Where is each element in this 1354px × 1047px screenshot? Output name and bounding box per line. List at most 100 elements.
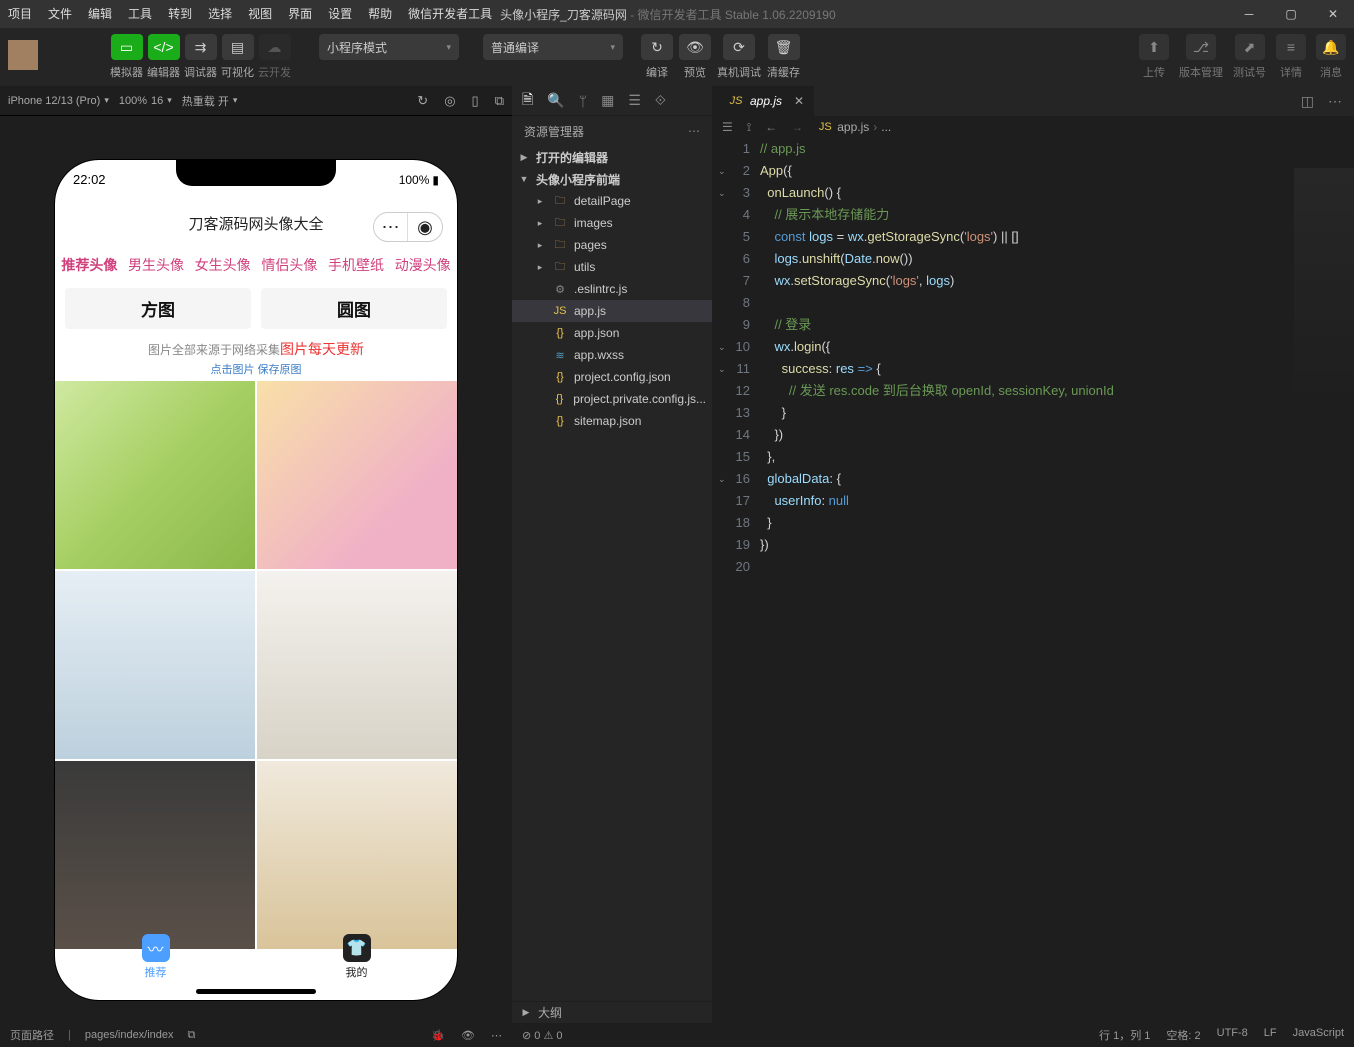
editor-tab-appjs[interactable]: JS app.js ✕ — [718, 86, 814, 116]
problems[interactable]: ⊘ 0 ⚠ 0 — [522, 1029, 562, 1042]
avatar-cell[interactable] — [257, 381, 457, 569]
category-tab[interactable]: 情侣头像 — [257, 252, 322, 278]
tree-item[interactable]: ▸🗀images — [512, 212, 712, 234]
tree-item[interactable]: ▸🗀pages — [512, 234, 712, 256]
eye-icon[interactable]: 👁 — [461, 1029, 475, 1042]
page-path[interactable]: pages/index/index — [85, 1029, 174, 1041]
menu-文件[interactable]: 文件 — [40, 0, 80, 28]
category-tab[interactable]: 推荐头像 — [57, 252, 122, 278]
tree-item[interactable]: {}project.private.config.js... — [512, 388, 712, 410]
mode-select[interactable]: 小程序模式▾ — [319, 34, 459, 60]
tree-item[interactable]: {}project.config.json — [512, 366, 712, 388]
cloud-dev[interactable]: ☁ — [259, 34, 291, 60]
split-icon[interactable]: ◫ — [1301, 93, 1314, 110]
section-outline[interactable]: ▶大纲 — [512, 1001, 712, 1023]
menu-视图[interactable]: 视图 — [240, 0, 280, 28]
window-minimize[interactable]: ─ — [1228, 0, 1270, 28]
nav-recommend[interactable]: 〰推荐 — [142, 934, 170, 980]
tree-item[interactable]: ⚙.eslintrc.js — [512, 278, 712, 300]
avatar-cell[interactable] — [55, 571, 255, 759]
tree-item[interactable]: {}sitemap.json — [512, 410, 712, 432]
rtool-测试号[interactable]: ⬈ — [1235, 34, 1265, 60]
struct-icon[interactable]: ☰ — [628, 92, 641, 109]
status-item[interactable]: LF — [1264, 1027, 1277, 1043]
tool-真机调试[interactable]: ⟳ — [723, 34, 755, 60]
code-area[interactable]: // app.jsApp({ onLaunch() { // 展示本地存储能力 … — [760, 138, 1354, 1023]
debugger-toggle[interactable]: ⇉ — [185, 34, 217, 60]
menu-帮助[interactable]: 帮助 — [360, 0, 400, 28]
copy-icon[interactable]: ⧉ — [495, 93, 504, 109]
more-icon[interactable]: ⋯ — [491, 1029, 502, 1042]
forward-icon[interactable]: → — [791, 120, 803, 134]
avatar-cell[interactable] — [55, 381, 255, 569]
simulator-bar: iPhone 12/13 (Pro) ▾ 100% 16 ▾ 热重载 开 ▾ ↻… — [0, 86, 512, 116]
minimap[interactable] — [1294, 168, 1354, 468]
menu-转到[interactable]: 转到 — [160, 0, 200, 28]
category-tab[interactable]: 手机壁纸 — [324, 252, 389, 278]
status-item[interactable]: 空格: 2 — [1166, 1027, 1200, 1043]
device-select[interactable]: iPhone 12/13 (Pro) ▾ — [8, 95, 109, 107]
rtool-上传[interactable]: ⬆ — [1139, 34, 1169, 60]
menu-界面[interactable]: 界面 — [280, 0, 320, 28]
tree-item[interactable]: ≋app.wxss — [512, 344, 712, 366]
avatar-cell[interactable] — [55, 761, 255, 949]
copy-path-icon[interactable]: ⧉ — [188, 1029, 196, 1042]
git-icon[interactable]: ᛘ — [579, 93, 587, 109]
zoom-select[interactable]: 100% 16 ▾ — [119, 95, 172, 107]
tree-item[interactable]: ▸🗀detailPage — [512, 190, 712, 212]
tree-item[interactable]: {}app.json — [512, 322, 712, 344]
more-icon[interactable]: ⋯ — [1328, 93, 1342, 110]
menu-编辑[interactable]: 编辑 — [80, 0, 120, 28]
account-avatar[interactable] — [8, 40, 38, 70]
tool-编译[interactable]: ↻ — [641, 34, 673, 60]
refresh-icon[interactable]: ↻ — [417, 93, 428, 109]
nav-mine[interactable]: 👕我的 — [343, 934, 371, 980]
search-icon[interactable]: 🔍 — [547, 92, 564, 109]
tool-预览[interactable]: 👁 — [679, 34, 711, 60]
window-maximize[interactable]: ▢ — [1270, 0, 1312, 28]
category-tab[interactable]: 女生头像 — [190, 252, 255, 278]
shape-circle[interactable]: 圆图 — [261, 288, 447, 329]
home-indicator — [196, 989, 316, 994]
tree-item[interactable]: JSapp.js — [512, 300, 712, 322]
shape-square[interactable]: 方图 — [65, 288, 251, 329]
category-tab[interactable]: 动漫头像 — [390, 252, 455, 278]
capsule-button[interactable]: ⋯◉ — [373, 212, 443, 242]
bug-icon[interactable]: 🐞 — [431, 1029, 445, 1042]
status-item[interactable]: UTF-8 — [1217, 1027, 1248, 1043]
visual-toggle[interactable]: ▤ — [222, 34, 254, 60]
rtool-详情[interactable]: ≡ — [1276, 34, 1306, 60]
menu-微信开发者工具[interactable]: 微信开发者工具 — [400, 0, 500, 28]
editor-toggle[interactable]: </> — [148, 34, 180, 60]
section-open-editors[interactable]: ▶打开的编辑器 — [512, 146, 712, 168]
close-icon[interactable]: ✕ — [794, 94, 804, 108]
record-icon[interactable]: ◎ — [444, 93, 455, 109]
ext-icon[interactable]: ▦ — [601, 92, 614, 109]
status-item[interactable]: 行 1，列 1 — [1099, 1027, 1150, 1043]
bookmark-icon[interactable]: ⟟ — [747, 120, 751, 135]
category-tab[interactable]: 男生头像 — [124, 252, 189, 278]
avatar-cell[interactable] — [257, 571, 457, 759]
plugin-icon[interactable]: ⟐ — [655, 92, 666, 109]
status-item[interactable]: JavaScript — [1293, 1027, 1344, 1043]
menu-设置[interactable]: 设置 — [320, 0, 360, 28]
phone-icon[interactable]: ▯ — [472, 93, 479, 109]
gutter-menu-icon[interactable]: ☰ — [722, 120, 733, 134]
back-icon[interactable]: ← — [765, 120, 777, 134]
menu-项目[interactable]: 项目 — [0, 0, 40, 28]
menu-选择[interactable]: 选择 — [200, 0, 240, 28]
tool-清缓存[interactable]: 🗑 — [768, 34, 800, 60]
simulator-toggle[interactable]: ▭ — [111, 34, 143, 60]
rtool-消息[interactable]: 🔔 — [1316, 34, 1346, 60]
compile-select[interactable]: 普通编译▾ — [483, 34, 623, 60]
reload-select[interactable]: 热重载 开 ▾ — [182, 93, 238, 109]
section-project[interactable]: ▼头像小程序前端 — [512, 168, 712, 190]
avatar-cell[interactable] — [257, 761, 457, 949]
menu-工具[interactable]: 工具 — [120, 0, 160, 28]
more-icon[interactable]: ⋯ — [688, 124, 700, 138]
simulator-panel: 22:02 100%▮ ⋯◉ 刀客源码网头像大全 推荐头像男生头像女生头像情侣头… — [0, 116, 512, 1023]
files-icon[interactable]: 🗎 — [522, 89, 533, 113]
rtool-版本管理[interactable]: ⎇ — [1186, 34, 1216, 60]
tree-item[interactable]: ▸🗀utils — [512, 256, 712, 278]
window-close[interactable]: ✕ — [1312, 0, 1354, 28]
